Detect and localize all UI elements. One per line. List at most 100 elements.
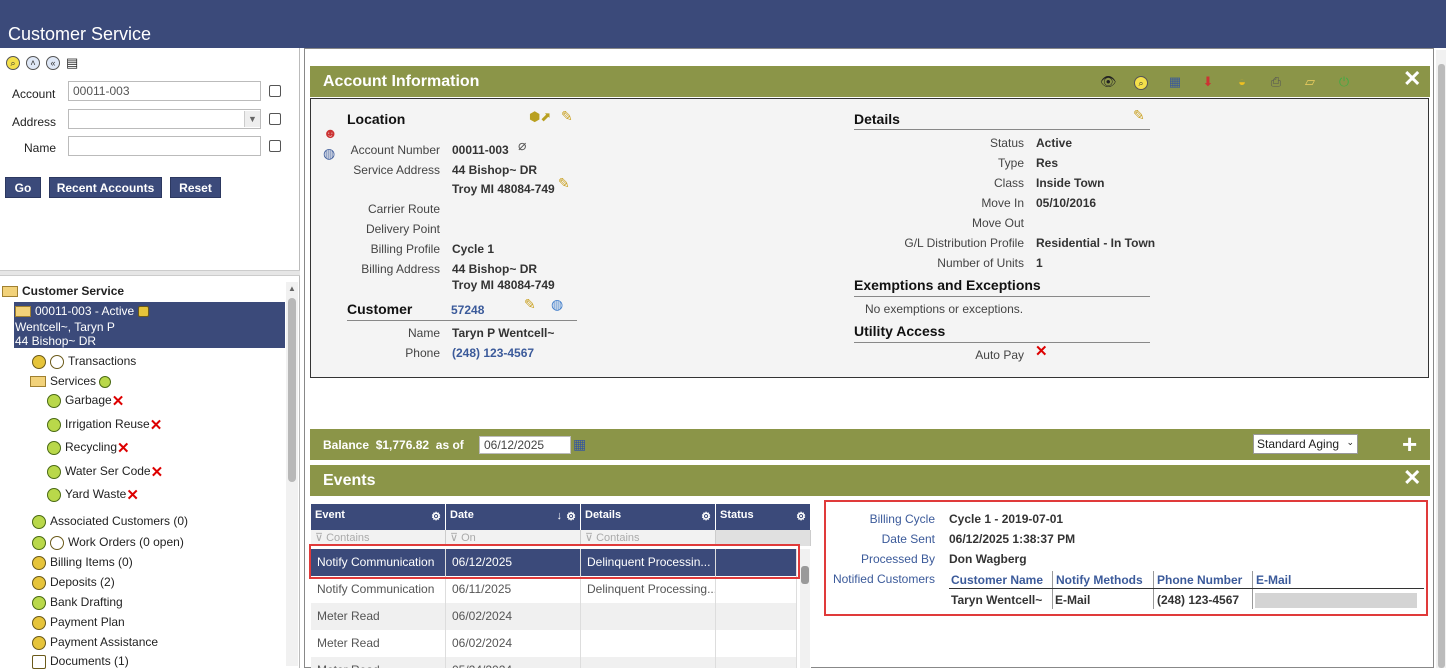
name-input[interactable] <box>68 136 261 156</box>
tree-item-transactions[interactable]: Transactions <box>32 354 136 369</box>
column-header-status[interactable]: Status ⚙ <box>716 504 811 530</box>
account-info-title: Account Information <box>323 73 480 90</box>
aging-selected-value: Standard Aging <box>1257 437 1340 451</box>
location-actions-icon[interactable]: ⬢⬈ <box>529 109 551 125</box>
search-icon <box>50 535 64 550</box>
customer-id-link[interactable]: 57248 <box>451 303 484 317</box>
notified-phone: (248) 123-4567 <box>1157 593 1240 607</box>
recent-accounts-button[interactable]: Recent Accounts <box>49 177 162 198</box>
tree-item-work-orders[interactable]: Work Orders (0 open) <box>32 535 184 550</box>
search-icon[interactable]: ⌕ <box>6 56 20 70</box>
table-row[interactable]: Meter Read 06/02/2024 <box>311 603 797 630</box>
column-header-date[interactable]: Date ↓ ⚙ <box>446 504 581 530</box>
tree-item-label: Payment Assistance <box>50 635 159 649</box>
billing-address-line2: Troy MI 48084-749 <box>452 278 555 292</box>
eye-icon[interactable]: 👁 <box>1100 74 1117 90</box>
cell-event: Meter Read <box>311 657 446 668</box>
tree-item-yard-waste[interactable]: Yard Waste✕ <box>47 487 139 503</box>
calendar-icon[interactable]: ▦ <box>1167 74 1183 90</box>
tree-item-services[interactable]: Services <box>30 374 115 388</box>
map-icon[interactable]: ◍ <box>323 145 335 162</box>
address-select[interactable] <box>68 109 261 129</box>
scroll-up-arrow-icon[interactable]: ▲ <box>288 284 296 293</box>
calendar-icon[interactable]: ▦ <box>573 436 586 453</box>
address-label: Address <box>12 115 57 129</box>
tree-item-recycling[interactable]: Recycling✕ <box>47 440 130 456</box>
column-header-event[interactable]: Event ⚙ <box>311 504 446 530</box>
tree-item-water-ser-code[interactable]: Water Ser Code✕ <box>47 464 163 480</box>
cell-details: Delinquent Processing... <box>581 576 716 603</box>
table-row[interactable]: Meter Read 06/02/2024 <box>311 630 797 657</box>
balance-date-input[interactable]: 06/12/2025 <box>479 436 571 454</box>
close-icon[interactable]: ✕ <box>1403 66 1421 92</box>
aging-select[interactable]: Standard Aging ⌄ <box>1253 434 1358 454</box>
attachment-icon[interactable]: ⌀ <box>518 137 526 154</box>
tree-item-label: Documents (1) <box>50 654 129 668</box>
inactive-x-icon: ✕ <box>149 416 163 434</box>
account-label: Account <box>12 87 56 101</box>
go-button[interactable]: Go <box>5 177 41 198</box>
hard-hat-icon[interactable]: ◒ <box>1234 74 1250 90</box>
cell-status <box>716 603 797 630</box>
cell-status <box>716 630 797 657</box>
table-row[interactable]: Notify Communication 06/11/2025 Delinque… <box>311 576 797 603</box>
tree-item-billing-items[interactable]: Billing Items (0) <box>32 555 133 570</box>
address-checkbox[interactable] <box>269 113 281 125</box>
edit-pencil-icon[interactable]: ✎ <box>1133 107 1145 124</box>
service-icon <box>47 487 61 502</box>
globe-icon[interactable]: ◍ <box>551 296 563 313</box>
tree-item-documents[interactable]: Documents (1) <box>32 654 129 669</box>
tree-scrollbar-thumb[interactable] <box>288 298 296 482</box>
gear-icon[interactable]: ⚙ <box>431 510 441 523</box>
tree-item-bank-drafting[interactable]: Bank Drafting <box>32 595 123 610</box>
printer-icon[interactable]: ⎙ <box>1268 74 1284 90</box>
processed-by-value: Don Wagberg <box>949 552 1027 566</box>
note-icon[interactable]: ▱ <box>1302 74 1318 90</box>
billing-profile-label: Billing Profile <box>370 242 440 256</box>
column-label: Status <box>720 509 754 521</box>
tree-item-associated-customers[interactable]: Associated Customers (0) <box>32 514 188 529</box>
gear-icon[interactable]: ⚙ <box>566 510 576 523</box>
phone-value[interactable]: (248) 123-4567 <box>452 346 534 360</box>
filter-placeholder: Contains <box>596 532 640 544</box>
billing-profile-value: Cycle 1 <box>452 242 495 256</box>
gear-icon[interactable]: ⚙ <box>796 510 806 523</box>
close-icon[interactable]: ✕ <box>1403 465 1421 491</box>
edit-pencil-icon[interactable]: ✎ <box>561 108 573 125</box>
alert-icon[interactable]: ☻ <box>323 125 338 141</box>
highlight-box <box>309 544 800 579</box>
column-header-details[interactable]: Details ⚙ <box>581 504 716 530</box>
search-icon[interactable]: ⌕ <box>1133 74 1149 90</box>
filter-placeholder: Contains <box>326 532 370 544</box>
collapse-up-icon[interactable]: ˄ <box>26 56 40 70</box>
tree-item-payment-plan[interactable]: Payment Plan <box>32 615 125 630</box>
tree-root[interactable]: Customer Service <box>2 284 124 298</box>
collapse-left-icon[interactable]: « <box>46 56 60 70</box>
account-input[interactable] <box>68 81 261 101</box>
tree-item-irrigation-reuse[interactable]: Irrigation Reuse✕ <box>47 416 163 434</box>
add-service-icon[interactable] <box>99 375 112 388</box>
exemptions-title: Exemptions and Exceptions <box>854 277 1041 293</box>
tree-item-deposits[interactable]: Deposits (2) <box>32 575 115 590</box>
chevron-down-icon[interactable]: ▼ <box>244 111 260 127</box>
download-icon[interactable]: ⬇ <box>1200 74 1216 90</box>
gear-icon[interactable]: ⚙ <box>701 510 711 523</box>
content-scrollbar-thumb[interactable] <box>1438 64 1445 668</box>
edit-pencil-icon[interactable]: ✎ <box>558 175 570 192</box>
tree-item-garbage[interactable]: Garbage✕ <box>47 393 124 409</box>
expand-plus-icon[interactable]: + <box>1402 429 1417 460</box>
col-divider <box>1252 571 1253 609</box>
power-icon[interactable]: ⏻ <box>1336 74 1352 90</box>
tree-item-payment-assistance[interactable]: Payment Assistance <box>32 635 158 650</box>
name-checkbox[interactable] <box>269 140 281 152</box>
notes-icon[interactable]: ▤ <box>66 55 78 71</box>
grid-scrollbar-thumb[interactable] <box>801 566 809 584</box>
balance-amount: $1,776.82 <box>375 438 430 452</box>
edit-pencil-icon[interactable]: ✎ <box>524 296 536 313</box>
status-value: Active <box>1036 136 1073 150</box>
table-row[interactable]: Meter Read 05/24/2024 <box>311 657 797 668</box>
reset-button[interactable]: Reset <box>170 177 221 198</box>
account-checkbox[interactable] <box>269 85 281 97</box>
sort-down-icon[interactable]: ↓ <box>557 510 563 522</box>
billing-address-line1: 44 Bishop~ DR <box>452 262 538 276</box>
